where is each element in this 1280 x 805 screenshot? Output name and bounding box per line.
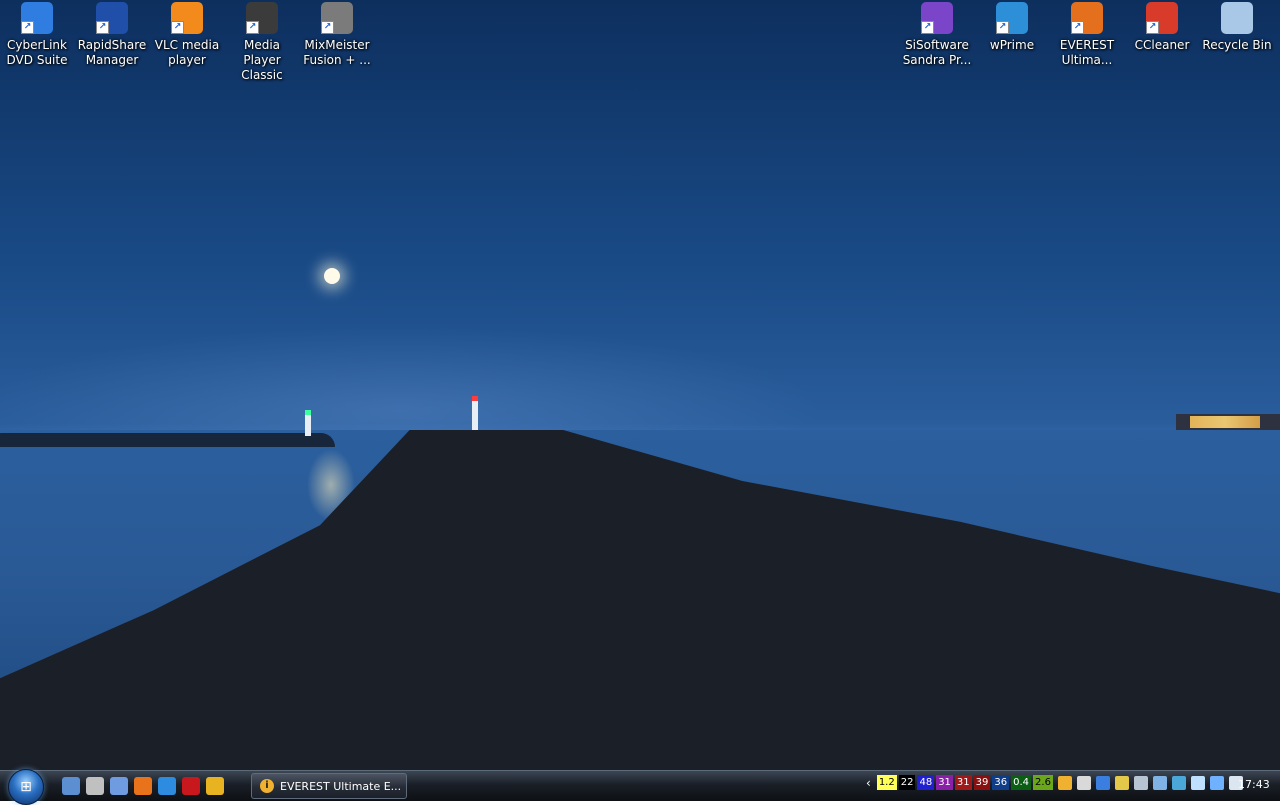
clock[interactable]: 17:43 bbox=[1238, 778, 1270, 791]
shortcut-arrow-icon: ↗ bbox=[171, 21, 184, 34]
firefox-icon[interactable] bbox=[134, 777, 152, 795]
shortcut-arrow-icon: ↗ bbox=[1146, 21, 1159, 34]
rapidshare-icon: ↗ bbox=[96, 2, 128, 34]
desktop-icon-label: wPrime bbox=[989, 38, 1035, 52]
system-tray: ‹ 1.2 22 48 31 31 39 36 0.4 2.6 bbox=[866, 775, 1243, 790]
quick-launch bbox=[62, 777, 224, 795]
windows-logo-icon: ⊞ bbox=[20, 779, 32, 795]
desktop-icon-rapidshare[interactable]: ↗ RapidShare Manager bbox=[75, 2, 149, 68]
sensor-readout-badge[interactable]: 2.6 bbox=[1033, 775, 1053, 790]
safely-remove-icon[interactable] bbox=[1190, 775, 1205, 790]
chrome-icon[interactable] bbox=[206, 777, 224, 795]
moon bbox=[324, 268, 340, 284]
sensor-readout-badge[interactable]: 22 bbox=[898, 775, 916, 790]
desktop-icon-recycle-bin[interactable]: Recycle Bin bbox=[1200, 2, 1274, 53]
desktop-wallpaper bbox=[0, 0, 1280, 770]
pen-icon[interactable] bbox=[1114, 775, 1129, 790]
monitor-icon[interactable] bbox=[1133, 775, 1148, 790]
shortcut-arrow-icon: ↗ bbox=[921, 21, 934, 34]
fort-lights bbox=[1190, 416, 1260, 428]
window-switcher-icon[interactable] bbox=[110, 777, 128, 795]
shortcut-arrow-icon: ↗ bbox=[96, 21, 109, 34]
taskbar: ⊞ i EVEREST Ultimate E... ‹ 1.2 22 48 31 31 3… bbox=[0, 769, 1280, 805]
show-hidden-icons-arrow[interactable]: ‹ bbox=[866, 776, 871, 790]
desktop-icon-wprime[interactable]: ↗ wPrime bbox=[975, 2, 1049, 53]
everest-icon: ↗ bbox=[1071, 2, 1103, 34]
desktop-icon-vlc-cone[interactable]: ↗ VLC media player bbox=[150, 2, 224, 68]
sensor-readout-badge[interactable]: 31 bbox=[954, 775, 972, 790]
everest-icon: i bbox=[260, 779, 274, 793]
sisoftware-icon: ↗ bbox=[921, 2, 953, 34]
breakwater bbox=[0, 433, 335, 447]
recycle-bin-icon bbox=[1221, 2, 1253, 34]
shortcut-arrow-icon: ↗ bbox=[1071, 21, 1084, 34]
internet-explorer-icon[interactable] bbox=[158, 777, 176, 795]
desktop-icon-label: MixMeister Fusion + ... bbox=[303, 38, 371, 67]
desktop-icon-label: RapidShare Manager bbox=[77, 38, 147, 67]
settings-icon[interactable] bbox=[1152, 775, 1167, 790]
shortcut-arrow-icon: ↗ bbox=[321, 21, 334, 34]
sensor-readout-badge[interactable]: 39 bbox=[973, 775, 991, 790]
desktop-icon-label: Media Player Classic bbox=[241, 38, 283, 82]
desktop-icon-label: VLC media player bbox=[154, 38, 220, 67]
sensor-readout-badge[interactable]: 48 bbox=[917, 775, 935, 790]
desktop-icon-everest[interactable]: ↗ EVEREST Ultima... bbox=[1050, 2, 1124, 68]
vlc-cone-icon: ↗ bbox=[171, 2, 203, 34]
bluetooth-icon[interactable] bbox=[1095, 775, 1110, 790]
desktop-icon-sisoftware[interactable]: ↗ SiSoftware Sandra Pr... bbox=[900, 2, 974, 68]
help-icon[interactable] bbox=[1171, 775, 1186, 790]
lighthouse-center bbox=[472, 396, 478, 434]
sky-glow bbox=[0, 150, 1280, 440]
show-desktop-icon[interactable] bbox=[62, 777, 80, 795]
desktop-icon-mpc[interactable]: ↗ Media Player Classic bbox=[225, 2, 299, 83]
desktop-icon-cyberlink[interactable]: ↗ CyberLink DVD Suite bbox=[0, 2, 74, 68]
network-monitor-icon[interactable] bbox=[1076, 775, 1091, 790]
sensor-readout-badge[interactable]: 36 bbox=[992, 775, 1010, 790]
cyberlink-icon: ↗ bbox=[21, 2, 53, 34]
desktop-icon-label: CCleaner bbox=[1134, 38, 1190, 52]
sensor-readout-badge[interactable]: 0.4 bbox=[1011, 775, 1032, 790]
wprime-icon: ↗ bbox=[996, 2, 1028, 34]
mpc-icon: ↗ bbox=[246, 2, 278, 34]
desktop-icon-label: SiSoftware Sandra Pr... bbox=[902, 38, 972, 67]
desktop-icon-ccleaner[interactable]: ↗ CCleaner bbox=[1125, 2, 1199, 53]
network-icon[interactable] bbox=[1209, 775, 1224, 790]
mixmeister-icon: ↗ bbox=[321, 2, 353, 34]
shortcut-arrow-icon: ↗ bbox=[996, 21, 1009, 34]
desktop-icon-mixmeister[interactable]: ↗ MixMeister Fusion + ... bbox=[300, 2, 374, 68]
taskbar-button-everest[interactable]: i EVEREST Ultimate E... bbox=[251, 773, 407, 799]
sensor-readout-badge[interactable]: 1.2 bbox=[876, 775, 897, 790]
opera-icon[interactable] bbox=[182, 777, 200, 795]
taskbar-button-label: EVEREST Ultimate E... bbox=[280, 779, 402, 793]
lighthouse-left bbox=[305, 410, 311, 436]
ccleaner-icon: ↗ bbox=[1146, 2, 1178, 34]
desktop-icon-label: CyberLink DVD Suite bbox=[6, 38, 68, 67]
shortcut-arrow-icon: ↗ bbox=[21, 21, 34, 34]
shortcut-arrow-icon: ↗ bbox=[246, 21, 259, 34]
info-icon[interactable] bbox=[1057, 775, 1072, 790]
desktop-icon-label: Recycle Bin bbox=[1202, 38, 1272, 52]
utility-icon[interactable] bbox=[86, 777, 104, 795]
sensor-readout-badge[interactable]: 31 bbox=[936, 775, 953, 790]
desktop-icon-label: EVEREST Ultima... bbox=[1059, 38, 1115, 67]
